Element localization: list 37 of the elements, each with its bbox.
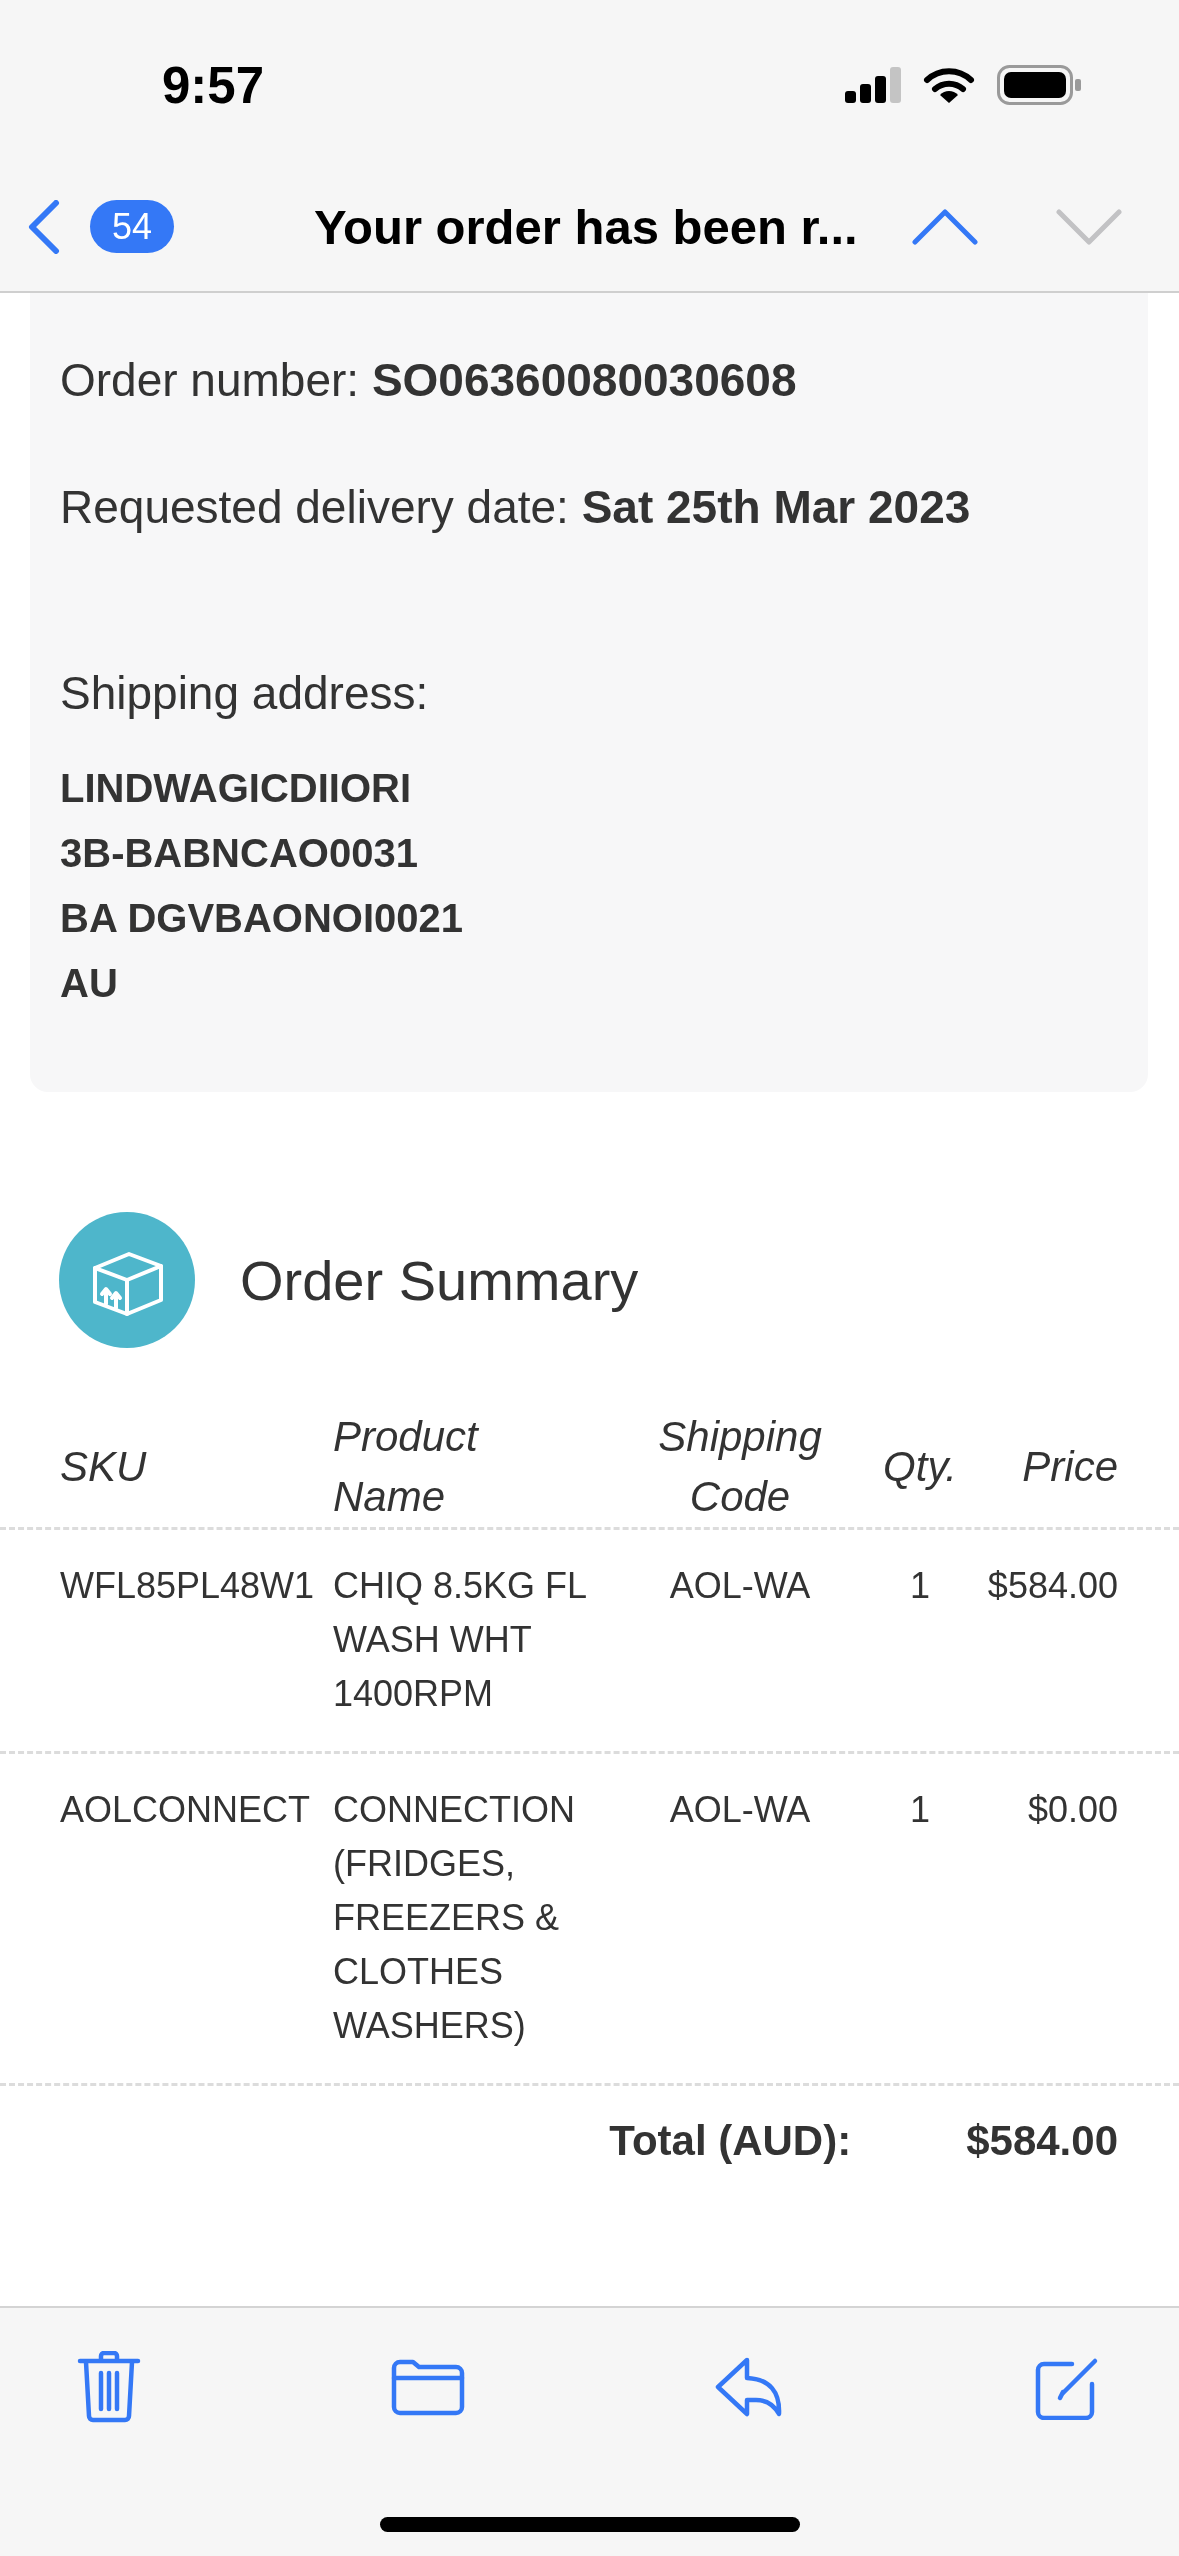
total-amount: $584.00 <box>966 2116 1118 2166</box>
section-title: Order Summary <box>240 1247 639 1313</box>
column-header: Qty. <box>883 1442 957 1492</box>
table-cell-text: 1 <box>910 1788 930 1832</box>
column-header: Shipping Code <box>657 1412 823 1522</box>
table-cell-text: CHIQ 8.5KG FL WASH WHT 1400RPM <box>333 1564 587 1716</box>
battery-icon <box>997 65 1081 105</box>
address-line: LINDWAGICDIIORI <box>60 765 412 812</box>
table-cell-text: $584.00 <box>987 1564 1118 1608</box>
shipping-label: Shipping address: <box>60 666 429 721</box>
table-cell-text: AOL-WA <box>669 1564 811 1608</box>
message-title: Your order has been r... <box>314 198 858 255</box>
total-label: Total (AUD): <box>609 2116 852 2166</box>
table-cell-text: AOL-WA <box>669 1788 811 1832</box>
table-cell-text: WFL85PL48W1 <box>60 1564 315 1608</box>
back-button[interactable] <box>28 199 60 254</box>
package-icon <box>59 1212 195 1348</box>
detail-text: Requested delivery date: Sat 25th Mar 2023 <box>60 480 971 535</box>
detail-text: Order number: SO06360080030608 <box>60 353 797 408</box>
folder-icon[interactable] <box>390 2358 465 2416</box>
column-header: Product Name <box>333 1412 480 1522</box>
table-cell-text: $0.00 <box>1027 1788 1118 1832</box>
trash-icon[interactable] <box>77 2351 141 2423</box>
table-cell-text: 1 <box>910 1564 930 1608</box>
table-cell-text: CONNECTION (FRIDGES, FREEZERS & CLOTHES WASHERS) <box>333 1788 576 2048</box>
address-line: AU <box>60 960 118 1007</box>
address-line: 3B-BABNCAO0031 <box>60 830 418 877</box>
address-line: BA DGVBAONOI0021 <box>60 895 464 942</box>
chevron-left-icon <box>28 199 60 254</box>
unread-count-badge: 54 <box>90 200 174 253</box>
chevron-up-icon[interactable] <box>912 208 978 245</box>
signal-icon <box>845 67 901 103</box>
column-header: SKU <box>60 1442 147 1492</box>
column-header: Price <box>1022 1442 1118 1492</box>
status-time: 9:57 <box>162 55 265 115</box>
table-cell-text: AOLCONNECT <box>60 1788 311 1832</box>
wifi-icon <box>923 66 975 104</box>
